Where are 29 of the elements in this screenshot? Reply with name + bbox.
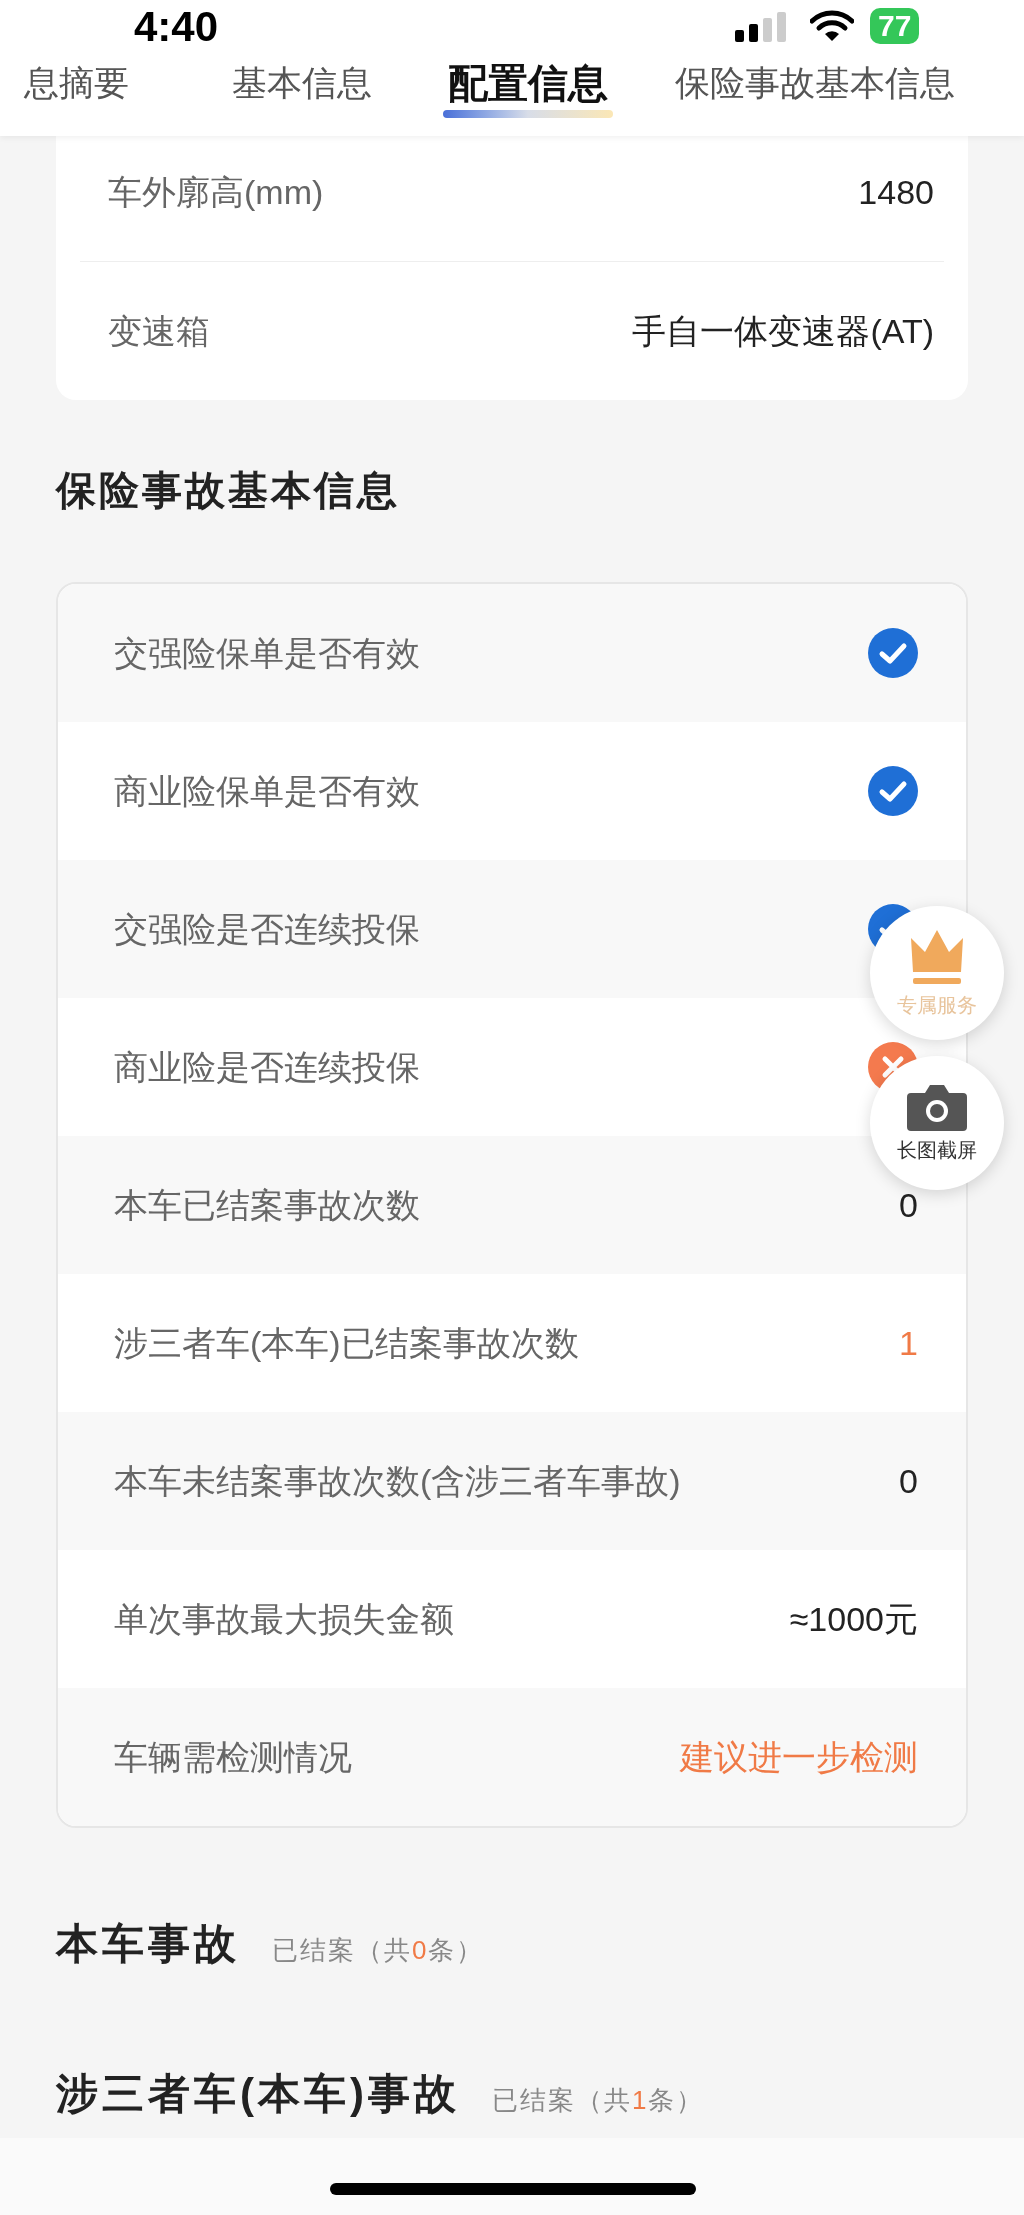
row-label: 变速箱	[107, 310, 211, 352]
row-value: 手自一体变速器(AT)	[631, 310, 935, 352]
row-label: 交强险保单是否有效	[114, 632, 420, 674]
row-value: 建议进一步检测	[680, 1736, 918, 1778]
row-label: 涉三者车(本车)已结案事故次数	[114, 1322, 579, 1364]
row-label: 商业险是否连续投保	[114, 1046, 420, 1088]
row-value: 0	[899, 1460, 918, 1502]
case-count: 已结案（共0条）	[272, 1934, 485, 1967]
row-label: 本车已结案事故次数	[114, 1184, 420, 1226]
case-count: 已结案（共1条）	[492, 2084, 705, 2117]
row-label: 车辆需检测情况	[114, 1736, 352, 1778]
battery-indicator: 77	[870, 8, 920, 44]
row-value: ≈1000元	[789, 1598, 918, 1640]
row-label: 本车未结案事故次数(含涉三者车事故)	[114, 1460, 681, 1502]
status-time: 4:40	[134, 2, 219, 52]
row-value: 1	[899, 1322, 918, 1364]
row-label: 商业险保单是否有效	[114, 770, 420, 812]
tab[interactable]: 息摘要	[24, 56, 129, 110]
tab[interactable]: 基本信息	[232, 56, 372, 110]
wifi-icon	[810, 10, 854, 42]
section-title: 涉三者车(本车)事故	[56, 2069, 460, 2119]
row-label: 交强险是否连续投保	[114, 908, 420, 950]
tab[interactable]: 配置信息	[448, 56, 608, 110]
section-title: 保险事故基本信息	[56, 467, 401, 514]
row-label: 车外廓高(mm)	[107, 172, 325, 213]
section-title: 本车事故	[56, 1919, 240, 1969]
row-label: 单次事故最大损失金额	[114, 1598, 454, 1640]
tab[interactable]: 保险事故基本信息	[675, 56, 955, 110]
row-value: 1480	[857, 172, 935, 213]
